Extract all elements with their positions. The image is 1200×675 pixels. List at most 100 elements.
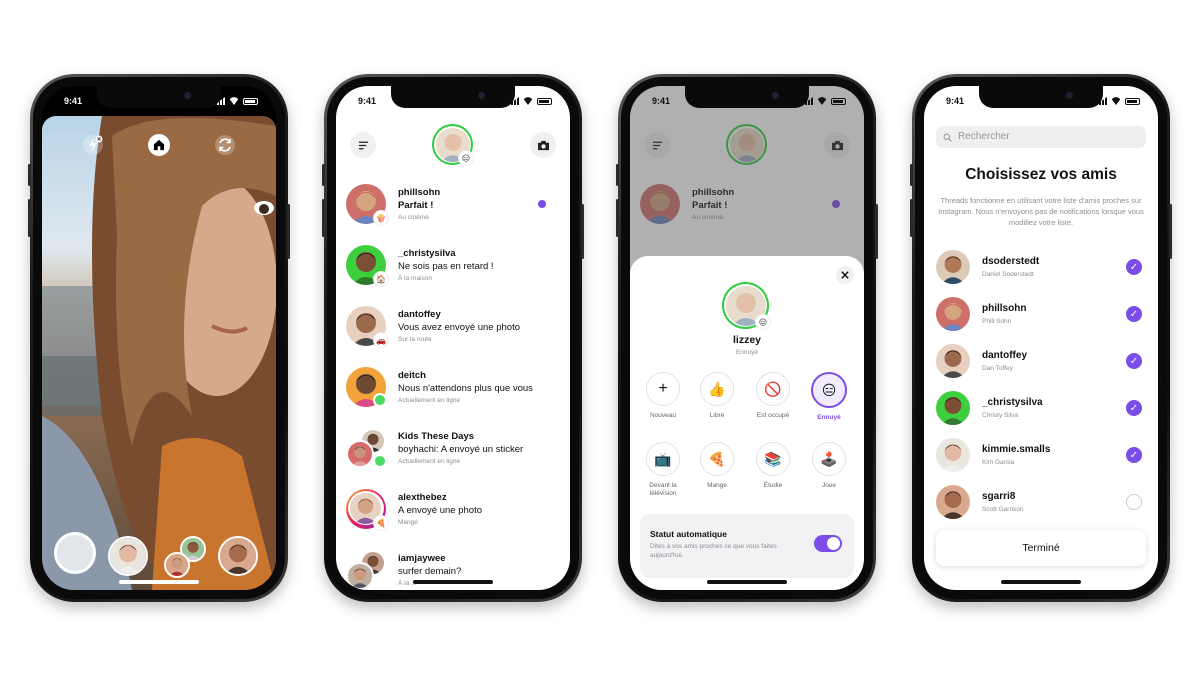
option-label: Libre (709, 412, 725, 419)
thread-status: Sur la route (398, 336, 432, 343)
joystick-icon: 🕹️ (812, 442, 846, 476)
avatar (936, 438, 970, 472)
thread-row[interactable]: 🍕 alexthebez A envoyé une photo Mangé (346, 489, 560, 545)
switch-camera-icon[interactable] (214, 134, 236, 156)
status-option-tv[interactable]: 📺 Devant la télévision (638, 442, 688, 498)
search-icon (943, 133, 952, 142)
status-option-playing[interactable]: 🕹️ Joue (804, 442, 854, 490)
status-option-bored[interactable]: 😑 Ennuyé (804, 372, 854, 422)
status-option-free[interactable]: 👍 Libre (692, 372, 742, 420)
status-time: 9:41 (358, 96, 377, 106)
thread-row[interactable]: iamjaywee surfer demain? À la ... (346, 550, 560, 590)
friend-username: kimmie.smalls (982, 444, 1051, 455)
phone-camera: 9:41 (28, 74, 290, 602)
pizza-icon: 🍕 (700, 442, 734, 476)
avatar (936, 297, 970, 331)
friend-fullname: Daniel Soderstedt (982, 271, 1034, 278)
thread-message: Parfait ! (398, 200, 434, 211)
thumbs-up-icon: 👍 (700, 372, 734, 406)
option-label: Ennuyé (817, 414, 841, 421)
plus-icon: + (646, 372, 680, 406)
thread-message: A envoyé une photo (398, 505, 482, 516)
my-status-avatar[interactable]: 😑 (432, 124, 473, 165)
checkmark-icon[interactable]: ✓ (1126, 447, 1142, 463)
group-avatar (346, 428, 387, 468)
thread-status: Au cinéma (398, 214, 429, 221)
camera-viewfinder[interactable] (42, 116, 276, 590)
status-option-eating[interactable]: 🍕 Mange (692, 442, 742, 490)
thread-row[interactable]: 🚗 dantoffey Vous avez envoyé une photo S… (346, 306, 560, 362)
house-icon: 🏠 (374, 272, 388, 286)
selfie-photo (42, 116, 276, 590)
friend-row[interactable]: sgarri8 Scott Garrison (936, 481, 1146, 525)
thread-status: Actuellement en ligne (398, 397, 461, 404)
car-icon: 🚗 (374, 333, 388, 347)
profile-username: lizzey (732, 334, 761, 346)
auto-status-description: Dites à vos amis proches ce que vous fai… (650, 543, 777, 560)
thread-message: boyhachi: A envoyé un sticker (398, 444, 524, 455)
friend-username: sgarri8 (982, 491, 1016, 502)
thread-row[interactable]: deitch Nous n'attendons plus que vous Ac… (346, 367, 560, 423)
thread-row[interactable]: Kids These Days boyhachi: A envoyé un st… (346, 428, 560, 484)
avatar (936, 344, 970, 378)
status-time: 9:41 (64, 96, 83, 106)
popcorn-icon: 🍿 (374, 211, 388, 225)
thread-name: _christysilva (398, 248, 456, 259)
bored-status-icon: 😑 (756, 315, 770, 329)
friend-row[interactable]: kimmie.smalls Kim Garcia ✓ (936, 434, 1146, 478)
friend-row[interactable]: phillsohn Phill Sohn ✓ (936, 293, 1146, 337)
option-label: Est occupé (756, 412, 790, 419)
checkmark-icon[interactable]: ✓ (1126, 400, 1142, 416)
thread-message: Nous n'attendons plus que vous (398, 383, 533, 394)
friend-row[interactable]: _christysilva Christy Silva ✓ (936, 387, 1146, 431)
status-option-new[interactable]: + Nouveau (638, 372, 688, 420)
camera-friend-avatar-2[interactable] (218, 536, 258, 576)
friend-fullname: Dan Toffey (982, 365, 1013, 372)
books-icon: 📚 (756, 442, 790, 476)
friend-row[interactable]: dantoffey Dan Toffey ✓ (936, 340, 1146, 384)
no-entry-icon: 🚫 (756, 372, 790, 406)
status-option-studying[interactable]: 📚 Étudie (748, 442, 798, 490)
friend-username: dsoderstedt (982, 256, 1040, 267)
search-input[interactable]: Rechercher (936, 126, 1146, 148)
menu-icon[interactable] (350, 132, 376, 158)
status-option-busy[interactable]: 🚫 Est occupé (748, 372, 798, 420)
avatar: 🍿 (346, 184, 388, 225)
current-status: Ennuyé (735, 349, 759, 356)
thread-status: Mangé (398, 519, 418, 526)
thread-status: Actuellement en ligne (398, 458, 461, 465)
avatar: 🏠 (346, 245, 388, 286)
auto-status-toggle[interactable] (814, 535, 842, 552)
friend-username: _christysilva (982, 397, 1043, 408)
auto-status-title: Statut automatique (650, 529, 727, 539)
thread-row[interactable]: 🍿 phillsohn Parfait ! Au cinéma (346, 184, 560, 240)
page-description: Threads fonctionne en utilisant votre li… (938, 196, 1144, 227)
unread-dot (538, 200, 546, 208)
status-screen: 9:41 phillsohn Parfait ! Au cinéma 😑 liz… (630, 86, 864, 590)
home-icon[interactable] (148, 134, 170, 156)
checkmark-icon[interactable]: ✓ (1126, 353, 1142, 369)
thread-message: surfer demain? (398, 566, 462, 577)
profile-avatar: 😑 (722, 282, 770, 329)
phone-status: 9:41 phillsohn Parfait ! Au cinéma 😑 liz… (616, 74, 878, 602)
close-icon[interactable] (836, 266, 854, 284)
camera-group-avatar[interactable] (164, 536, 206, 578)
camera-friend-avatar[interactable] (108, 536, 148, 576)
shutter-button[interactable] (54, 532, 96, 574)
flash-off-icon[interactable] (82, 134, 104, 156)
online-indicator (373, 393, 387, 407)
online-indicator (373, 454, 387, 468)
camera-icon[interactable] (530, 132, 556, 158)
search-placeholder: Rechercher (958, 131, 1010, 142)
group-avatar (346, 550, 386, 590)
checkmark-icon[interactable]: ✓ (1126, 306, 1142, 322)
option-label: Étudie (763, 482, 783, 489)
thread-row[interactable]: 🏠 _christysilva Ne sois pas en retard ! … (346, 245, 560, 301)
friend-row[interactable]: dsoderstedt Daniel Soderstedt ✓ (936, 246, 1146, 290)
thread-message: Vous avez envoyé une photo (398, 322, 521, 333)
checkmark-icon[interactable]: ✓ (1126, 259, 1142, 275)
thread-message: Ne sois pas en retard ! (398, 261, 494, 272)
unchecked-circle-icon[interactable] (1126, 494, 1142, 510)
done-button[interactable]: Terminé (936, 530, 1146, 566)
friend-fullname: Kim Garcia (982, 459, 1015, 466)
